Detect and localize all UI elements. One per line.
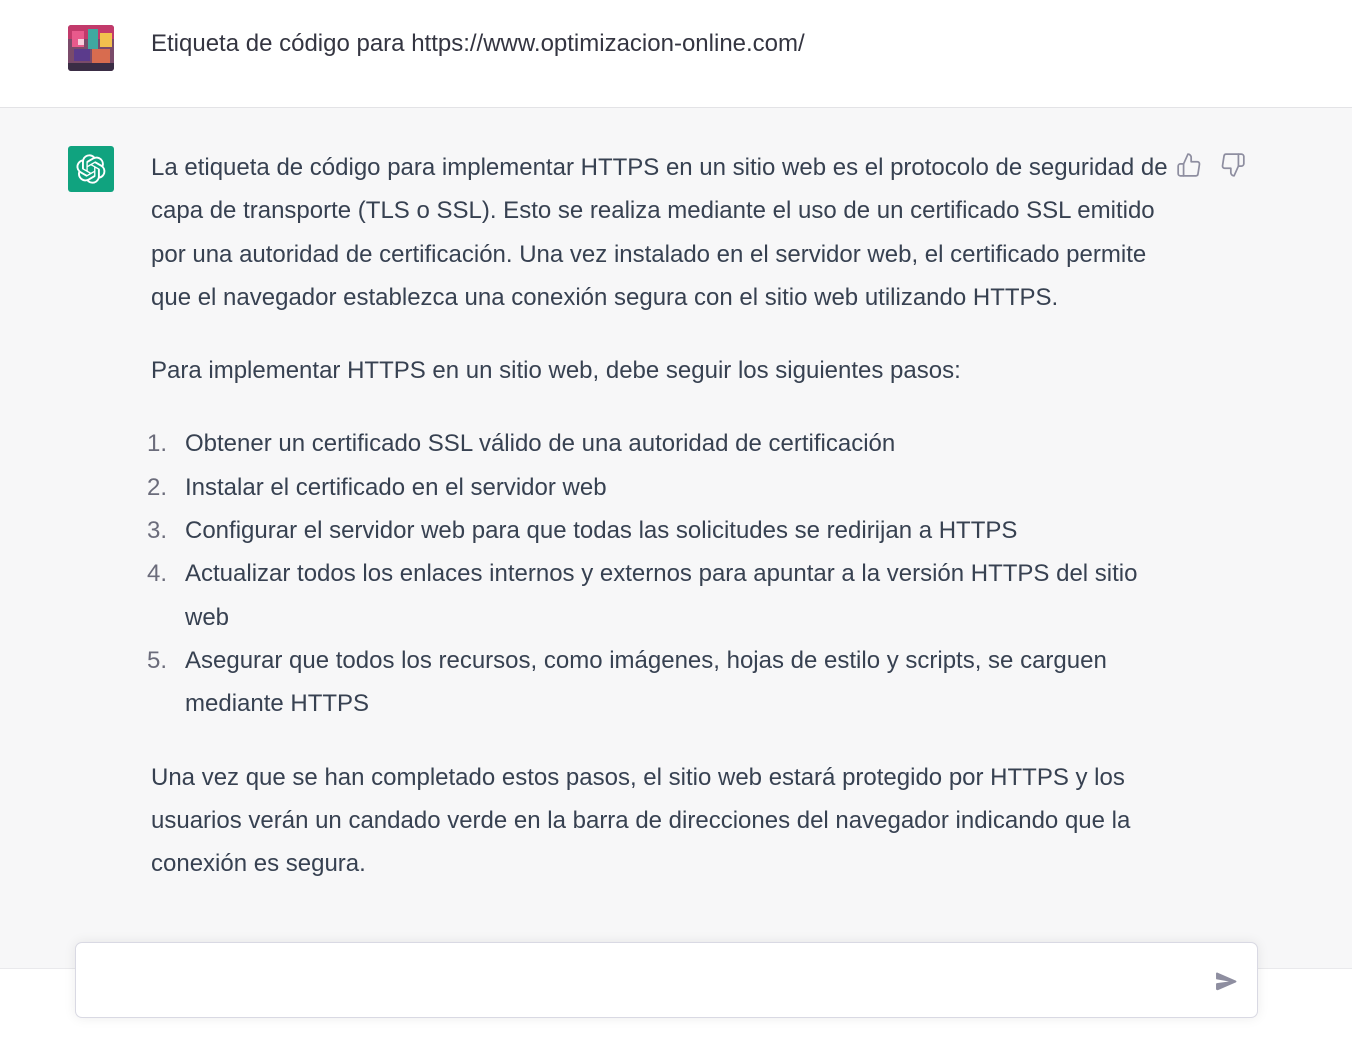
message-composer[interactable]	[75, 942, 1258, 1018]
list-item-number: 4.	[147, 560, 168, 588]
list-item-text: Instalar el certificado en el servidor w…	[185, 473, 607, 501]
list-item-number: 3.	[147, 517, 168, 545]
list-item: 3. Configurar el servidor web para que to…	[147, 509, 1171, 552]
send-button[interactable]	[1208, 967, 1244, 997]
send-icon	[1216, 972, 1237, 991]
list-item-text: Actualizar todos los enlaces internos y …	[185, 560, 1138, 631]
message-input[interactable]	[94, 965, 1194, 997]
user-avatar	[68, 25, 114, 71]
list-item-text: Asegurar que todos los recursos, como im…	[185, 646, 1107, 718]
assistant-message-row: La etiqueta de código para implementar H…	[0, 108, 1352, 1036]
list-item-text: Obtener un certificado SSL válido de una…	[185, 430, 896, 458]
thumbs-down-icon[interactable]	[1218, 150, 1248, 180]
list-item: 4. Actualizar todos los enlaces internos …	[147, 552, 1171, 639]
list-item-number: 2.	[147, 473, 168, 501]
assistant-paragraph-2: Para implementar HTTPS en un sitio web, …	[151, 357, 961, 385]
list-item-number: 5.	[147, 646, 168, 674]
user-message-text: Etiqueta de código para https://www.opti…	[151, 30, 805, 57]
user-avatar-image	[68, 25, 114, 71]
openai-logo-icon	[68, 146, 114, 192]
assistant-message-body: La etiqueta de código para implementar H…	[147, 146, 1171, 885]
list-item: 5. Asegurar que todos los recursos, como …	[147, 639, 1171, 726]
thumbs-up-icon[interactable]	[1174, 150, 1204, 180]
steps-list: 1. Obtener un certificado SSL válido de u…	[147, 422, 1171, 726]
list-item: 2. Instalar el certificado en el servidor…	[147, 466, 1171, 509]
list-item: 1. Obtener un certificado SSL válido de u…	[147, 422, 1171, 465]
assistant-paragraph-1: La etiqueta de código para implementar H…	[151, 154, 1168, 311]
list-item-text: Configurar el servidor web para que toda…	[185, 517, 1018, 545]
assistant-paragraph-3: Una vez que se han completado estos paso…	[151, 763, 1131, 878]
user-message-row: Etiqueta de código para https://www.opti…	[0, 0, 1352, 108]
list-item-number: 1.	[147, 430, 168, 458]
